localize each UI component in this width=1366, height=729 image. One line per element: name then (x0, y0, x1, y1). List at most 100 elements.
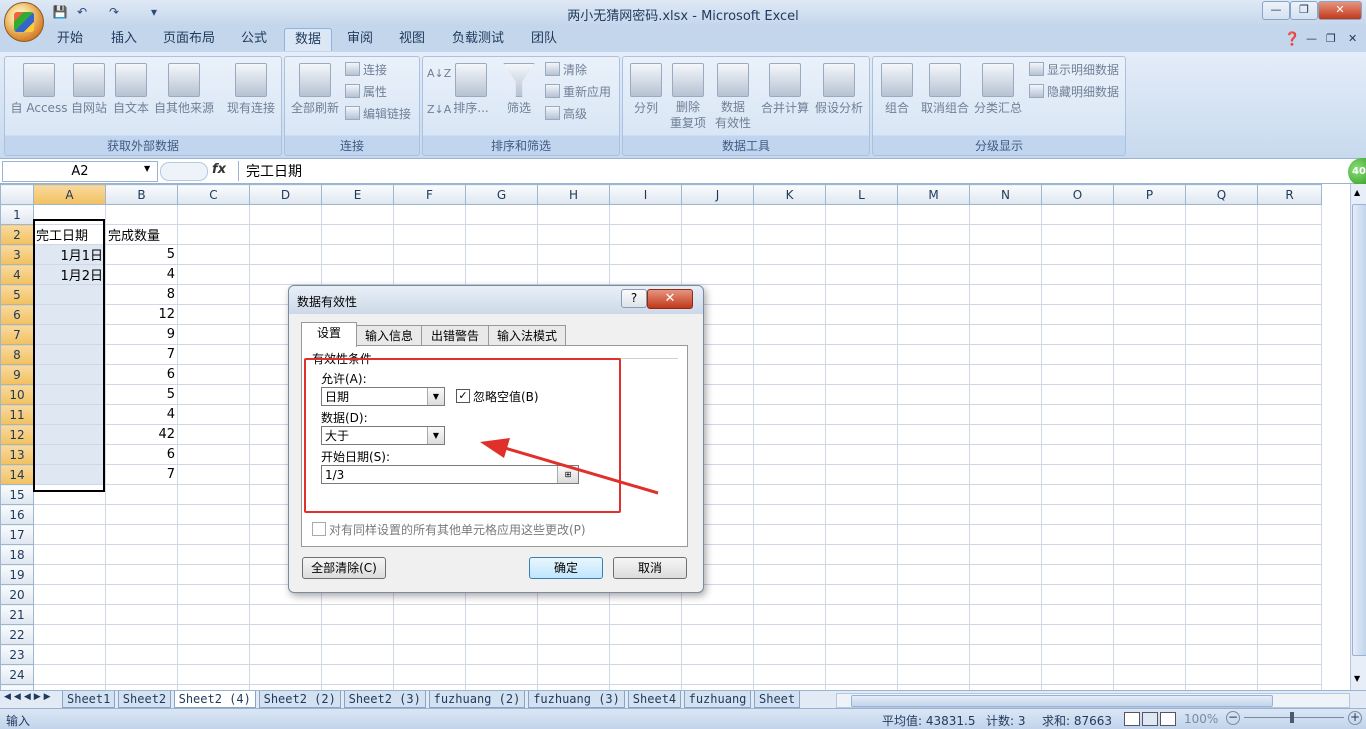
column-header-a[interactable]: A (33, 184, 106, 205)
cell-k20[interactable] (753, 584, 826, 605)
column-header-f[interactable]: F (393, 184, 466, 205)
cell-d22[interactable] (249, 624, 322, 645)
cell-b20[interactable] (105, 584, 178, 605)
text-to-columns-button[interactable]: 分列 (625, 63, 667, 116)
zoom-out-icon[interactable]: − (1226, 711, 1240, 725)
cell-n1[interactable] (969, 204, 1042, 225)
cell-b10[interactable]: 5 (105, 384, 178, 405)
cell-k7[interactable] (753, 324, 826, 345)
cell-q21[interactable] (1185, 604, 1258, 625)
help-icon[interactable]: ❓ (1284, 32, 1300, 47)
cell-n21[interactable] (969, 604, 1042, 625)
cell-a17[interactable] (33, 524, 106, 545)
save-icon[interactable]: 💾 (52, 5, 68, 19)
cell-d24[interactable] (249, 664, 322, 685)
cell-k14[interactable] (753, 464, 826, 485)
cell-r3[interactable] (1257, 244, 1322, 265)
cell-d21[interactable] (249, 604, 322, 625)
tab-formulas[interactable]: 公式 (232, 28, 276, 50)
cell-p17[interactable] (1113, 524, 1186, 545)
sheet-tab[interactable]: Sheet2 (2) (258, 691, 341, 708)
cell-n8[interactable] (969, 344, 1042, 365)
cell-a3[interactable]: 1月1日 (33, 244, 106, 265)
name-box-dropdown-icon[interactable]: ▼ (144, 164, 150, 173)
cell-p24[interactable] (1113, 664, 1186, 685)
sheet-tab[interactable]: fuzhuang (3) (528, 691, 625, 708)
cell-q1[interactable] (1185, 204, 1258, 225)
cell-o13[interactable] (1041, 444, 1114, 465)
cell-k22[interactable] (753, 624, 826, 645)
cell-r14[interactable] (1257, 464, 1322, 485)
row-header[interactable]: 6 (0, 304, 34, 325)
cell-c5[interactable] (177, 284, 250, 305)
cell-a11[interactable] (33, 404, 106, 425)
subtotal-button[interactable]: 分类汇总 (973, 63, 1023, 116)
tab-ime-mode[interactable]: 输入法模式 (488, 325, 566, 346)
cell-j21[interactable] (681, 604, 754, 625)
cell-k4[interactable] (753, 264, 826, 285)
cell-n22[interactable] (969, 624, 1042, 645)
row-header[interactable]: 24 (0, 664, 34, 685)
cell-q7[interactable] (1185, 324, 1258, 345)
sheet-tab[interactable]: fuzhuang (683, 691, 752, 708)
cell-h21[interactable] (537, 604, 610, 625)
cell-a6[interactable] (33, 304, 106, 325)
cell-a15[interactable] (33, 484, 106, 505)
cell-l17[interactable] (825, 524, 898, 545)
cell-a9[interactable] (33, 364, 106, 385)
cell-r19[interactable] (1257, 564, 1322, 585)
cell-p9[interactable] (1113, 364, 1186, 385)
cell-m22[interactable] (897, 624, 970, 645)
tab-insert[interactable]: 插入 (102, 28, 146, 50)
cell-m24[interactable] (897, 664, 970, 685)
cell-d1[interactable] (249, 204, 322, 225)
row-header[interactable]: 20 (0, 584, 34, 605)
row-header[interactable]: 13 (0, 444, 34, 465)
cell-a10[interactable] (33, 384, 106, 405)
cell-n11[interactable] (969, 404, 1042, 425)
cell-n24[interactable] (969, 664, 1042, 685)
cell-o8[interactable] (1041, 344, 1114, 365)
cell-q9[interactable] (1185, 364, 1258, 385)
cell-b6[interactable]: 12 (105, 304, 178, 325)
cell-e1[interactable] (321, 204, 394, 225)
row-header[interactable]: 10 (0, 384, 34, 405)
cell-p15[interactable] (1113, 484, 1186, 505)
dialog-close-button[interactable]: ✕ (647, 289, 693, 309)
sheet-tab[interactable]: Sheet2 (117, 691, 172, 708)
sort-az-icon[interactable]: A↓Z (427, 67, 451, 80)
cell-r12[interactable] (1257, 424, 1322, 445)
cell-l6[interactable] (825, 304, 898, 325)
cell-j23[interactable] (681, 644, 754, 665)
cell-r2[interactable] (1257, 224, 1322, 245)
cell-h2[interactable] (537, 224, 610, 245)
row-header[interactable]: 19 (0, 564, 34, 585)
cell-l16[interactable] (825, 504, 898, 525)
cell-j1[interactable] (681, 204, 754, 225)
cell-d2[interactable] (249, 224, 322, 245)
cell-j24[interactable] (681, 664, 754, 685)
cell-o7[interactable] (1041, 324, 1114, 345)
column-header-o[interactable]: O (1041, 184, 1114, 205)
cell-p7[interactable] (1113, 324, 1186, 345)
cell-q12[interactable] (1185, 424, 1258, 445)
cell-r6[interactable] (1257, 304, 1322, 325)
cell-j4[interactable] (681, 264, 754, 285)
cell-e4[interactable] (321, 264, 394, 285)
column-header-d[interactable]: D (249, 184, 322, 205)
cell-n13[interactable] (969, 444, 1042, 465)
cell-c22[interactable] (177, 624, 250, 645)
cell-l15[interactable] (825, 484, 898, 505)
column-header-e[interactable]: E (321, 184, 394, 205)
scroll-thumb[interactable] (1352, 204, 1366, 656)
cell-c4[interactable] (177, 264, 250, 285)
cell-b11[interactable]: 4 (105, 404, 178, 425)
cell-k10[interactable] (753, 384, 826, 405)
tab-error-alert[interactable]: 出错警告 (421, 325, 489, 346)
row-header[interactable]: 11 (0, 404, 34, 425)
cell-r9[interactable] (1257, 364, 1322, 385)
cell-l13[interactable] (825, 444, 898, 465)
cell-m9[interactable] (897, 364, 970, 385)
cell-i22[interactable] (609, 624, 682, 645)
cell-r16[interactable] (1257, 504, 1322, 525)
